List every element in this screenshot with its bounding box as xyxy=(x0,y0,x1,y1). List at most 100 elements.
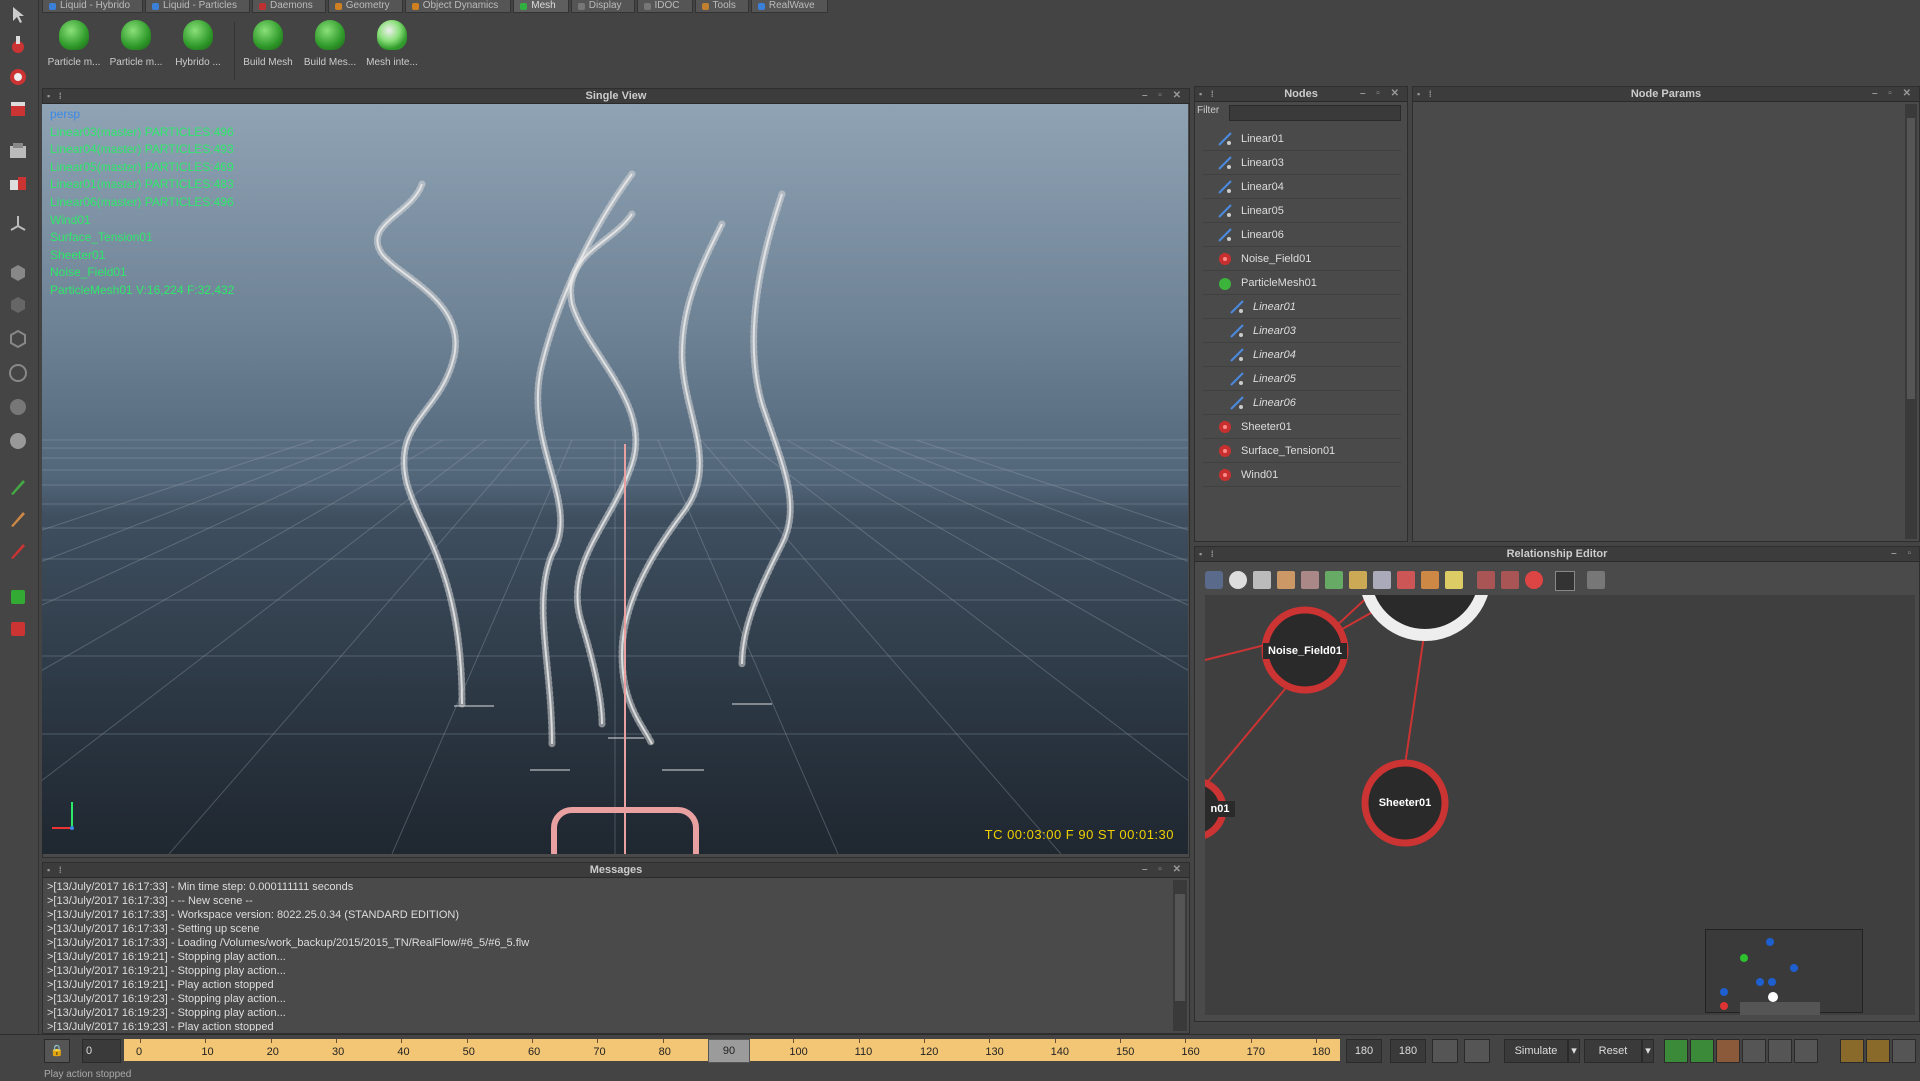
mesh-node-circle[interactable] xyxy=(1362,595,1488,641)
node-row[interactable]: Linear03 xyxy=(1203,319,1401,343)
select-arrow-icon[interactable] xyxy=(7,4,29,26)
params-scrollbar[interactable] xyxy=(1905,104,1917,539)
graph-minimap[interactable] xyxy=(1705,929,1863,1015)
connect-icon[interactable] xyxy=(1325,571,1343,589)
node-row[interactable]: Linear06 xyxy=(1203,223,1401,247)
hybrido-mesh-button[interactable]: Hybrido ... xyxy=(166,20,230,82)
node-row[interactable]: Linear01 xyxy=(1203,295,1401,319)
cube-icon[interactable] xyxy=(7,262,29,284)
tools-icon[interactable] xyxy=(1421,571,1439,589)
3d-viewport[interactable]: persp Linear03(master) PARTICLES:496 Lin… xyxy=(42,104,1188,854)
mesh-filter-icon[interactable] xyxy=(1525,571,1543,589)
tab-liquid-hybrido[interactable]: Liquid - Hybrido xyxy=(42,0,144,13)
tab-mesh[interactable]: Mesh xyxy=(513,0,569,13)
tab-realwave[interactable]: RealWave xyxy=(750,0,828,13)
box-icon[interactable] xyxy=(7,328,29,350)
tab-object-dynamics[interactable]: Object Dynamics xyxy=(404,0,512,13)
move-tool-icon[interactable] xyxy=(7,34,29,56)
panel-menu-icon[interactable]: ▪ ⁞ xyxy=(1199,87,1217,101)
table-icon[interactable] xyxy=(1555,571,1575,591)
tab-daemons[interactable]: Daemons xyxy=(251,0,326,13)
node-row[interactable]: Linear03 xyxy=(1203,151,1401,175)
node-row[interactable]: Linear06 xyxy=(1203,391,1401,415)
red-brush-icon[interactable] xyxy=(7,540,29,562)
panel-menu-icon[interactable]: ▪ ⁞ xyxy=(1417,87,1435,101)
current-frame-marker[interactable]: 90 xyxy=(708,1039,750,1063)
scale-tool-icon[interactable] xyxy=(7,98,29,120)
reset-dropdown-icon[interactable]: ▾ xyxy=(1642,1039,1654,1063)
node-row[interactable]: Linear05 xyxy=(1203,367,1401,391)
key-icon[interactable] xyxy=(1464,1039,1490,1063)
timeline-ruler[interactable]: 0 10 20 30 40 50 60 70 80 90 100 110 120 130 140 150 160… xyxy=(124,1039,1340,1063)
node-row[interactable]: Linear04 xyxy=(1203,343,1401,367)
link-icon[interactable] xyxy=(1205,571,1223,589)
start-frame-field[interactable]: 0 xyxy=(82,1039,121,1063)
minimap-viewport[interactable] xyxy=(1740,1002,1820,1015)
particle-mesh-legacy-button[interactable]: Particle m... xyxy=(104,20,168,82)
build-mesh-button[interactable]: Build Mesh xyxy=(236,20,300,82)
group-icon[interactable] xyxy=(1277,571,1295,589)
panel-menu-icon[interactable]: ▪ ⁞ xyxy=(47,863,65,877)
cube-outline-icon[interactable] xyxy=(7,294,29,316)
relationship-graph[interactable]: Noise_Field01 Sheeter01 n01 xyxy=(1205,595,1915,1015)
reload-icon[interactable] xyxy=(1690,1039,1714,1063)
simulate-button[interactable]: Simulate xyxy=(1504,1039,1568,1063)
messages-log[interactable]: >[13/July/2017 16:17:33] - Min time step… xyxy=(47,880,1171,1031)
panel-window-controls[interactable]: – ▫ ✕ xyxy=(1872,87,1915,101)
wrench-icon[interactable] xyxy=(1892,1039,1916,1063)
node-row[interactable]: Linear01 xyxy=(1203,127,1401,151)
end-frame-field[interactable]: 180 xyxy=(1346,1039,1382,1063)
frame-icon[interactable] xyxy=(1253,571,1271,589)
cache-icon[interactable] xyxy=(1664,1039,1688,1063)
axis-icon[interactable] xyxy=(7,212,29,234)
save-green-icon[interactable] xyxy=(7,586,29,608)
simulate-dropdown-icon[interactable]: ▾ xyxy=(1568,1039,1580,1063)
emitter-filter-icon[interactable] xyxy=(1501,571,1519,589)
objects-icon[interactable] xyxy=(7,172,29,194)
mesh-interpolation-button[interactable]: Mesh inte... xyxy=(360,20,424,82)
settings-icon[interactable] xyxy=(1768,1039,1792,1063)
mesh-build-icon[interactable] xyxy=(1716,1039,1740,1063)
zoom-fit-icon[interactable] xyxy=(1349,571,1367,589)
panel-window-controls[interactable]: – ▫ ✕ xyxy=(1142,89,1185,103)
tab-tools[interactable]: Tools xyxy=(694,0,749,13)
hammer-icon[interactable] xyxy=(1840,1039,1864,1063)
node-row[interactable]: Surface_Tension01 xyxy=(1203,439,1401,463)
refresh-icon[interactable] xyxy=(1229,571,1247,589)
panel-window-controls[interactable]: – ▫ xyxy=(1891,547,1915,561)
panel-menu-icon[interactable]: ▪ ⁞ xyxy=(47,89,65,103)
panel-window-controls[interactable]: – ▫ ✕ xyxy=(1142,863,1185,877)
eye-icon[interactable] xyxy=(1742,1039,1766,1063)
panel-window-controls[interactable]: – ▫ ✕ xyxy=(1360,87,1403,101)
particle-mesh-button[interactable]: Particle m... xyxy=(42,20,106,82)
node-row[interactable]: Linear04 xyxy=(1203,175,1401,199)
range-icon[interactable] xyxy=(1432,1039,1458,1063)
messages-scrollbar[interactable] xyxy=(1173,880,1187,1031)
end-frame-field-2[interactable]: 180 xyxy=(1390,1039,1426,1063)
node-row[interactable]: Linear05 xyxy=(1203,199,1401,223)
node-row[interactable]: Noise_Field01 xyxy=(1203,247,1401,271)
node-row[interactable]: Wind01 xyxy=(1203,463,1401,487)
scrollbar-thumb[interactable] xyxy=(1175,894,1185,1001)
node-row[interactable]: Sheeter01 xyxy=(1203,415,1401,439)
filter-input[interactable] xyxy=(1229,105,1401,121)
layout-icon[interactable] xyxy=(7,140,29,162)
zoom-icon[interactable] xyxy=(1373,571,1391,589)
panel-menu-icon[interactable]: ▪ ⁞ xyxy=(1199,547,1217,561)
reset-button[interactable]: Reset xyxy=(1584,1039,1642,1063)
lock-icon[interactable]: 🔒 xyxy=(44,1039,70,1063)
scrollbar-thumb[interactable] xyxy=(1907,118,1915,399)
tab-display[interactable]: Display xyxy=(570,0,635,13)
sphere-grid-icon[interactable] xyxy=(7,362,29,384)
sphere-icon[interactable] xyxy=(7,396,29,418)
folder-icon[interactable] xyxy=(1445,571,1463,589)
green-brush-icon[interactable] xyxy=(7,476,29,498)
scene-icon[interactable] xyxy=(1794,1039,1818,1063)
build-mesh-all-button[interactable]: Build Mes... xyxy=(298,20,362,82)
save-red-icon[interactable] xyxy=(7,618,29,640)
daemon-filter-icon[interactable] xyxy=(1477,571,1495,589)
tab-liquid-particles[interactable]: Liquid - Particles xyxy=(145,0,250,13)
tab-geometry[interactable]: Geometry xyxy=(327,0,403,13)
orange-brush-icon[interactable] xyxy=(7,508,29,530)
hammer-alt-icon[interactable] xyxy=(1866,1039,1890,1063)
